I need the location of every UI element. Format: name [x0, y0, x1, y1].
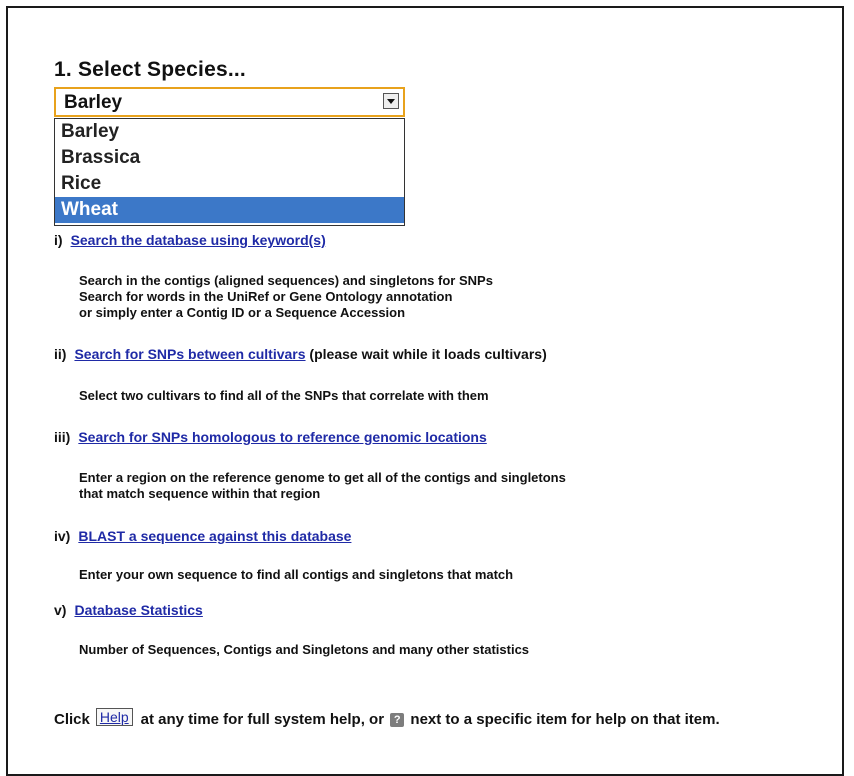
section-number: i) — [54, 232, 63, 248]
question-mark-icon: ? — [390, 713, 405, 727]
section-number: v) — [54, 602, 67, 618]
footer-suffix: next to a specific item for help on that… — [410, 711, 720, 728]
section-database-statistics: v) Database Statistics — [54, 602, 203, 618]
database-statistics-description: Number of Sequences, Contigs and Singlet… — [79, 642, 529, 658]
description-line: that match sequence within that region — [79, 486, 321, 501]
database-statistics-link[interactable]: Database Statistics — [74, 602, 202, 618]
section-blast: iv) BLAST a sequence against this databas… — [54, 528, 351, 544]
species-option-barley[interactable]: Barley — [55, 119, 404, 145]
section-cultivar-search: ii) Search for SNPs between cultivars (pl… — [54, 346, 547, 362]
genomic-location-search-link[interactable]: Search for SNPs homologous to reference … — [78, 429, 486, 445]
blast-link[interactable]: BLAST a sequence against this database — [78, 528, 351, 544]
section-keyword-search: i) Search the database using keyword(s) — [54, 232, 326, 248]
species-select-value: Barley — [64, 92, 123, 113]
species-option-brassica[interactable]: Brassica — [55, 145, 404, 171]
species-option-wheat[interactable]: Wheat — [55, 197, 404, 223]
select-species-heading: 1. Select Species... — [54, 58, 246, 81]
blast-description: Enter your own sequence to find all cont… — [79, 567, 513, 583]
section-number: ii) — [54, 346, 67, 362]
section-suffix: (please wait while it loads cultivars) — [305, 346, 547, 362]
description-line: Search in the contigs (aligned sequences… — [79, 273, 493, 288]
description-line: Enter a region on the reference genome t… — [79, 470, 566, 485]
help-button[interactable]: Help — [95, 708, 133, 726]
keyword-search-link[interactable]: Search the database using keyword(s) — [71, 232, 326, 248]
help-footer: Click Help at any time for full system hel… — [54, 708, 720, 728]
footer-middle: at any time for full system help, or — [140, 711, 385, 728]
genomic-location-description: Enter a region on the reference genome t… — [79, 470, 566, 502]
footer-prefix: Click — [54, 711, 90, 728]
keyword-search-description: Search in the contigs (aligned sequences… — [79, 273, 493, 321]
species-select[interactable]: Barley — [54, 87, 405, 117]
description-line: Search for words in the UniRef or Gene O… — [79, 289, 453, 304]
description-line: Select two cultivars to find all of the … — [79, 388, 489, 403]
cultivar-search-link[interactable]: Search for SNPs between cultivars — [74, 346, 305, 362]
species-option-rice[interactable]: Rice — [55, 171, 404, 197]
description-line: Enter your own sequence to find all cont… — [79, 567, 514, 582]
species-dropdown-list: Barley Brassica Rice Wheat — [54, 118, 405, 226]
section-number: iii) — [54, 429, 71, 445]
cultivar-search-description: Select two cultivars to find all of the … — [79, 388, 489, 404]
section-number: iv) — [54, 528, 71, 544]
description-line: Number of Sequences, Contigs and Singlet… — [79, 642, 530, 657]
description-line: or simply enter a Contig ID or a Sequenc… — [79, 305, 406, 320]
chevron-down-icon[interactable] — [383, 93, 399, 109]
section-genomic-location-search: iii) Search for SNPs homologous to refere… — [54, 429, 487, 445]
